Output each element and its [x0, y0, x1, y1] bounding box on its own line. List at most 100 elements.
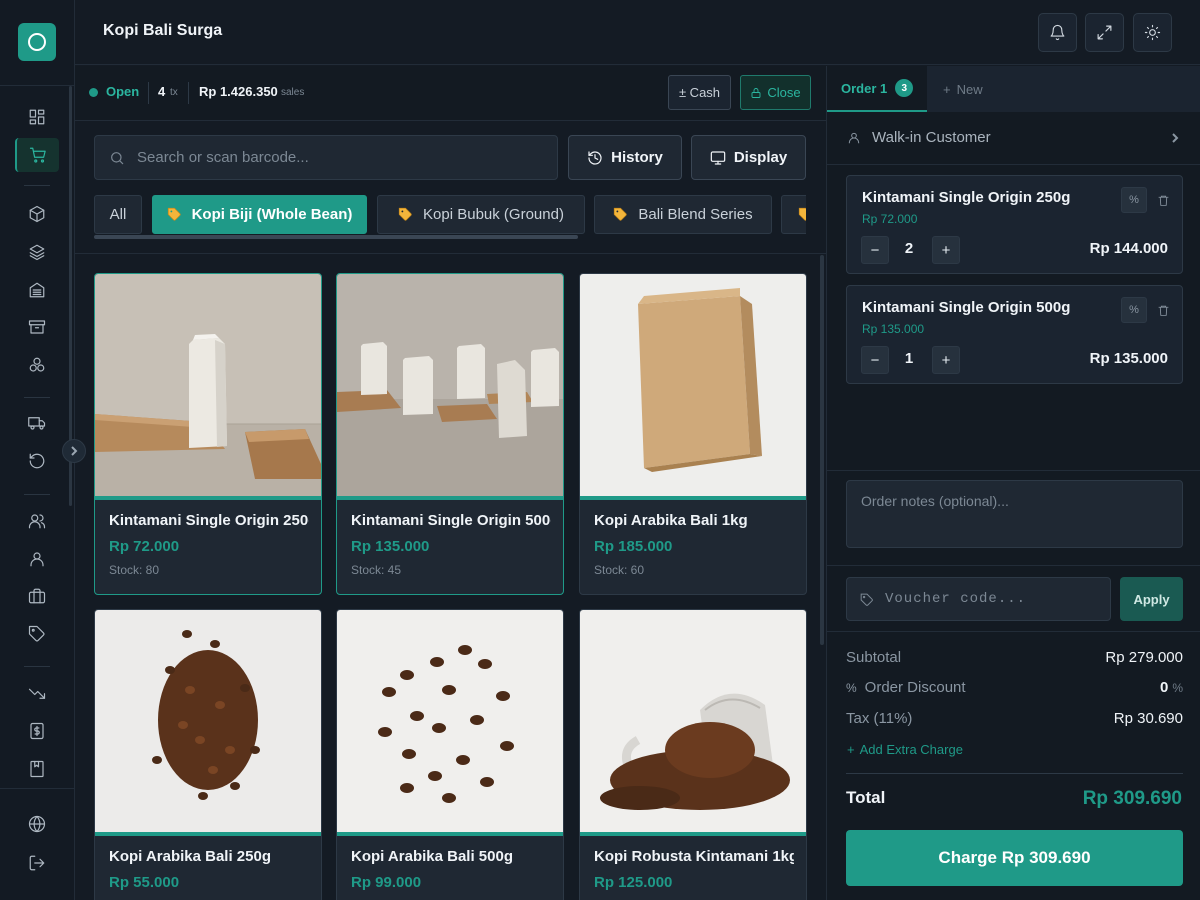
- cart-item: Kintamani Single Origin 250g Rp 72.000 %…: [846, 175, 1183, 274]
- product-card[interactable]: Kopi Arabika Bali 500g Rp 99.000: [336, 609, 564, 900]
- product-card[interactable]: Kintamani Single Origin 250g Rp 72.000 S…: [94, 273, 322, 595]
- cart-item-total: Rp 144.000: [1089, 240, 1168, 257]
- users-icon[interactable]: [24, 508, 50, 534]
- truck-icon[interactable]: [24, 410, 50, 436]
- category-scrollbar[interactable]: [94, 235, 578, 239]
- user-icon: [848, 132, 860, 144]
- dollar-icon[interactable]: [24, 718, 50, 744]
- product-price: Rp 125.000: [594, 874, 673, 891]
- trend-down-icon[interactable]: [24, 680, 50, 706]
- search-box[interactable]: [94, 135, 558, 180]
- theme-toggle-button[interactable]: [1133, 13, 1172, 52]
- tag-icon[interactable]: [24, 621, 50, 647]
- dashboard-icon[interactable]: [24, 104, 50, 130]
- box-icon[interactable]: [24, 201, 50, 227]
- display-button[interactable]: Display: [691, 135, 806, 180]
- tag-icon: [167, 207, 181, 221]
- item-discount-button[interactable]: %: [1121, 187, 1147, 213]
- charge-button[interactable]: Charge Rp 309.690: [846, 830, 1183, 886]
- product-name: Kopi Arabika Bali 1kg: [594, 512, 748, 529]
- customer-selector[interactable]: Walk-in Customer: [827, 113, 1200, 165]
- globe-icon[interactable]: [24, 811, 50, 837]
- plus-icon: +: [847, 742, 855, 757]
- product-grid-scrollbar[interactable]: [820, 255, 824, 645]
- product-image: [95, 274, 321, 496]
- sun-icon: [1144, 24, 1161, 41]
- session-bar: Open 4 tx Rp 1.426.350 sales ± Cash Clos…: [75, 66, 826, 121]
- sidebar-collapse-button[interactable]: [62, 439, 86, 463]
- item-delete-button[interactable]: [1150, 297, 1176, 323]
- product-stock: Stock: 60: [594, 563, 645, 577]
- search-input[interactable]: [137, 136, 547, 179]
- item-delete-button[interactable]: [1150, 187, 1176, 213]
- cart-item-unit-price: Rp 72.000: [862, 212, 918, 226]
- product-card[interactable]: Kopi Robusta Kintamani 1kg Rp 125.000: [579, 609, 807, 900]
- percent-icon: %: [846, 681, 857, 695]
- tax-row: Tax (11%) Rp 30.690: [846, 710, 1183, 730]
- order-notes-input[interactable]: [846, 480, 1183, 548]
- status-dot: [89, 88, 98, 97]
- product-name: Kintamani Single Origin 250g: [109, 512, 309, 529]
- qty-decrease-button[interactable]: −: [861, 236, 889, 264]
- cart-icon[interactable]: [15, 138, 59, 172]
- apply-voucher-button[interactable]: Apply: [1120, 577, 1183, 621]
- category-whole-bean[interactable]: Kopi Biji (Whole Bean): [152, 195, 367, 234]
- order-count-badge: 3: [895, 79, 914, 97]
- tag-icon: [798, 207, 806, 221]
- trash-icon: [1158, 305, 1168, 316]
- fullscreen-button[interactable]: [1085, 13, 1124, 52]
- voucher-box[interactable]: [846, 577, 1111, 621]
- product-card[interactable]: Kopi Arabika Bali 250g Rp 55.000: [94, 609, 322, 900]
- cash-button[interactable]: ± Cash: [668, 75, 731, 110]
- cart-item-qty: 1: [904, 350, 914, 367]
- archive-icon[interactable]: [24, 314, 50, 340]
- discount-value[interactable]: 0: [1160, 679, 1168, 696]
- logout-icon[interactable]: [24, 850, 50, 876]
- product-image: [337, 610, 563, 832]
- trash-icon: [1158, 195, 1168, 206]
- expand-icon: [1097, 25, 1112, 40]
- product-price: Rp 135.000: [351, 538, 430, 555]
- category-ground[interactable]: Kopi Bubuk (Ground): [377, 195, 585, 234]
- product-name: Kopi Arabika Bali 500g: [351, 848, 513, 865]
- transaction-count: 4: [158, 84, 166, 99]
- order-tab-label: Order 1: [841, 80, 888, 96]
- voucher-input[interactable]: [885, 578, 1105, 620]
- order-panel: Order 1 3 + New Walk-in Customer Kintama…: [826, 66, 1200, 900]
- total-value: Rp 309.690: [1082, 788, 1182, 809]
- product-card[interactable]: Kopi Arabika Bali 1kg Rp 185.000 Stock: …: [579, 273, 807, 595]
- add-extra-charge-link[interactable]: + Add Extra Charge: [847, 742, 963, 757]
- customers-icon[interactable]: [24, 546, 50, 572]
- notifications-button[interactable]: [1038, 13, 1077, 52]
- qty-increase-button[interactable]: +: [932, 346, 960, 374]
- tab-new-order[interactable]: + New: [927, 66, 1200, 112]
- history-icon: [588, 150, 602, 165]
- category-all[interactable]: All: [94, 195, 142, 234]
- close-session-button[interactable]: Close: [740, 75, 811, 110]
- history-button[interactable]: History: [568, 135, 682, 180]
- item-discount-button[interactable]: %: [1121, 297, 1147, 323]
- category-bali-blend[interactable]: Bali Blend Series: [594, 195, 772, 234]
- product-price: Rp 55.000: [109, 874, 180, 891]
- subtotal-label: Subtotal: [846, 649, 902, 666]
- close-session-label: Close: [767, 85, 801, 100]
- bundles-icon[interactable]: [24, 352, 50, 378]
- tab-order-1[interactable]: Order 1 3: [827, 66, 927, 112]
- product-card[interactable]: Kintamani Single Origin 500g Rp 135.000 …: [336, 273, 564, 595]
- refresh-icon[interactable]: [24, 448, 50, 474]
- category-more[interactable]: [781, 195, 806, 234]
- product-grid: Kintamani Single Origin 250g Rp 72.000 S…: [75, 255, 826, 900]
- transaction-unit: tx: [170, 87, 178, 98]
- product-price: Rp 99.000: [351, 874, 422, 891]
- cart-item-name: Kintamani Single Origin 250g: [862, 189, 1071, 206]
- layers-icon[interactable]: [24, 239, 50, 265]
- product-price: Rp 72.000: [109, 538, 180, 555]
- qty-decrease-button[interactable]: −: [861, 346, 889, 374]
- qty-increase-button[interactable]: +: [932, 236, 960, 264]
- book-icon[interactable]: [24, 756, 50, 782]
- top-bar: Kopi Bali Surga: [75, 0, 1200, 65]
- inventory-icon[interactable]: [24, 277, 50, 303]
- app-logo[interactable]: [18, 23, 56, 61]
- briefcase-icon[interactable]: [24, 583, 50, 609]
- discount-row[interactable]: % Order Discount 0%: [846, 679, 1183, 699]
